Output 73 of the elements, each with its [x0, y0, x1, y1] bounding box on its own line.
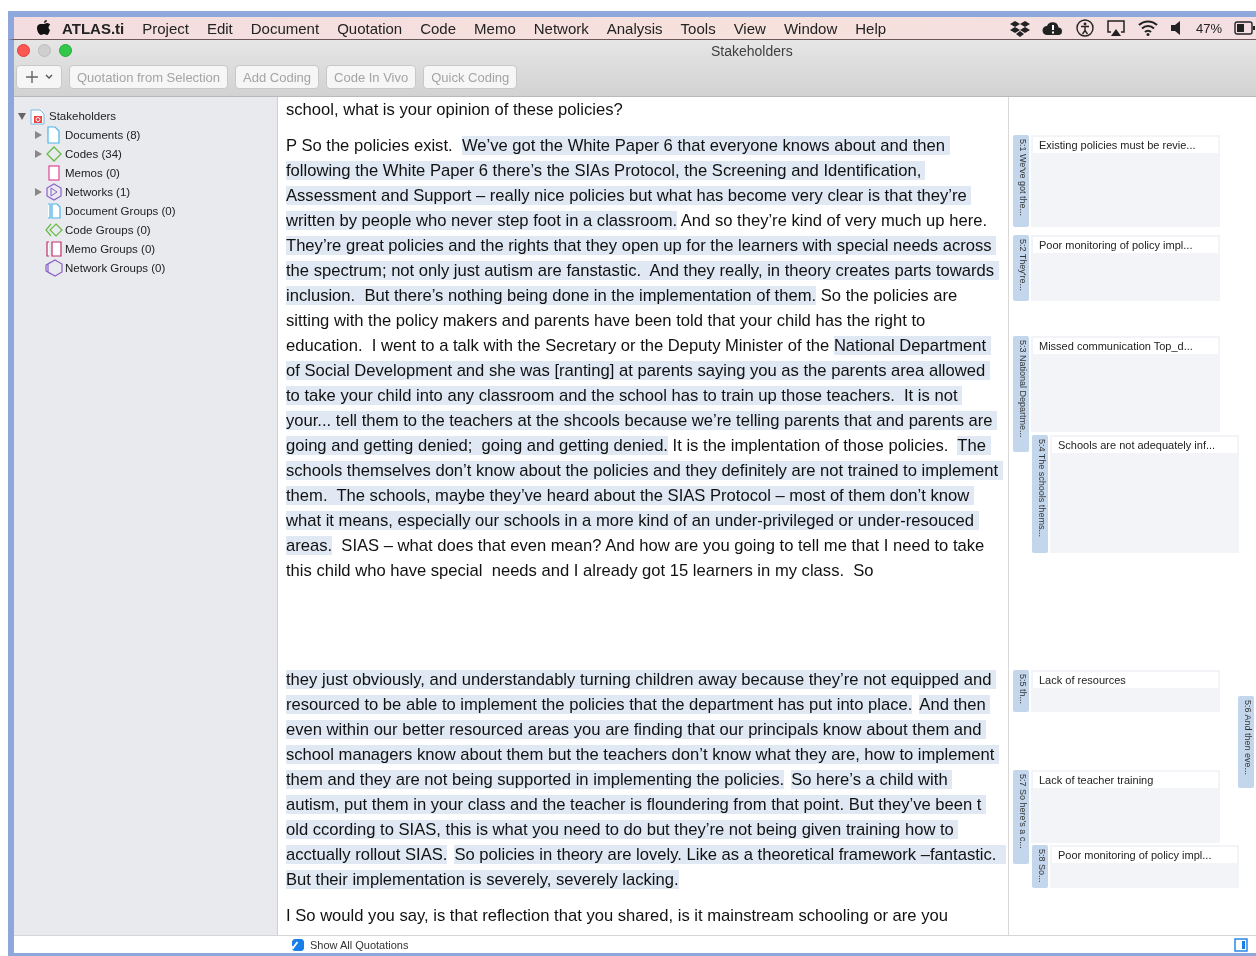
- menu-item[interactable]: Project: [142, 19, 189, 37]
- menu-item[interactable]: Help: [855, 19, 887, 37]
- paragraph: I So would you say, is that reflection that you shared, is it mainstream schooling or are you: [286, 905, 949, 927]
- battery-percentage: 47%: [1195, 20, 1222, 36]
- quotation-tag[interactable]: 5:6 And then eve...: [1238, 696, 1254, 788]
- accessibility-icon[interactable]: [1075, 19, 1094, 37]
- code-label: Poor monitoring of policy impl...: [1033, 237, 1218, 253]
- close-button[interactable]: [17, 44, 30, 57]
- checkbox[interactable]: [292, 938, 304, 951]
- tree-item[interactable]: Networks (1): [65, 185, 131, 198]
- quotation-tag[interactable]: 5:4 The schools thems...: [1032, 435, 1048, 553]
- menu-item[interactable]: Tools: [680, 19, 716, 37]
- tree-item[interactable]: Document Groups (0): [65, 204, 176, 217]
- collapsed-triangle-icon[interactable]: [33, 129, 43, 140]
- checkmark-icon: [289, 939, 299, 950]
- code-label: Lack of resources: [1033, 672, 1218, 688]
- network-groups-icon: [45, 258, 63, 277]
- codes-icon: [45, 144, 63, 163]
- quotation-tag[interactable]: 5:1 We've got the...: [1013, 135, 1029, 227]
- menu-item[interactable]: Analysis: [606, 19, 663, 37]
- quotation-tag[interactable]: 5:5 th...: [1013, 670, 1029, 712]
- collapsed-triangle-icon[interactable]: [33, 148, 43, 159]
- paragraph: school, what is your opinion of these policies?: [286, 99, 624, 121]
- cloud-icon[interactable]: [1041, 20, 1064, 36]
- menu-item[interactable]: Code: [420, 19, 457, 37]
- add-menu-button[interactable]: [16, 65, 62, 89]
- zoom-button[interactable]: [59, 44, 72, 57]
- tree-item[interactable]: Memos (0): [65, 166, 120, 179]
- plus-icon: [25, 70, 39, 84]
- tree-item[interactable]: Memo Groups (0): [65, 242, 156, 255]
- memo-groups-icon: [45, 239, 63, 258]
- caret-icon: [45, 74, 53, 80]
- code-card[interactable]: Lack of teacher training: [1031, 770, 1220, 843]
- battery-icon: [1234, 21, 1256, 35]
- menu-item[interactable]: Network: [533, 19, 589, 37]
- collapsed-triangle-icon[interactable]: [33, 186, 43, 197]
- documents-icon: [45, 125, 63, 144]
- memos-icon: [45, 163, 63, 182]
- checkbox-label[interactable]: Show All Quotations: [310, 938, 409, 951]
- code-label: Poor monitoring of policy impl...: [1052, 847, 1237, 863]
- tree-item[interactable]: Stakeholders: [49, 109, 117, 122]
- app-menu[interactable]: ATLAS.ti: [62, 19, 125, 37]
- tree-item[interactable]: Documents (8): [65, 128, 141, 141]
- menu-item[interactable]: Document: [250, 19, 320, 37]
- tree-item[interactable]: Codes (34): [65, 147, 122, 160]
- wifi-icon[interactable]: [1137, 20, 1158, 36]
- code-card[interactable]: Missed communication Top_d...: [1031, 336, 1220, 432]
- code-label: Existing policies must be revie...: [1033, 137, 1218, 153]
- expanded-triangle-icon[interactable]: [17, 110, 27, 121]
- code-label: Lack of teacher training: [1033, 772, 1218, 788]
- document-groups-icon: [45, 201, 63, 220]
- quotation-tag[interactable]: 5:3 National Departme...: [1013, 336, 1029, 452]
- menu-item[interactable]: Memo: [474, 19, 516, 37]
- paragraph: they just obviously, and understandably turning children away because they’re not equipped and resourced to be able to implement the policies that the department has put into place. And then even within our better resourced areas you are finding that our principals know about them and school managers know about them but the teachers don’t know what they are, how to implement them and they are not being supported in implementing the policies. So here’s a child with autism, put them in your class and the teacher is floundering from that point. But they’ve been t old ccording to SIAS, this is what you need to do but they’re not being given training how to acctually rollout SIAS. So policies in theory are lovely. Like as a theoretical framework –fantastic. But their implementation is severely, severely lacking.: [286, 667, 1010, 892]
- paragraph: P So the policies exist. We’ve got the White Paper 6 that everyone knows about and then following the White Paper 6 there’s the SIAs Protocol, the Screening and Identification, Assessment and Support – really nice policies but what has become very clear is that they’re written by people who never step foot in a classroom. And so they’re kind of very much up here. They’re great policies and the rights that they open up for the learners with special needs across the spectrum; not only just autism are fanstastic. And they really, in theory creates parts towards inclusion. But there’s nothing being done in the implementation of them. So the policies are sitting with the policy makers and parents have been told that your child has the right to education. I went to a talk with the Secretary or the Deputy Minister of the National Department of Social Development and she was [ranting] at parents saying you as the parents area allowed to take your child into any classroom and the school has to train up those teachers. It is not your... tell them to the teachers at the shcools because we’re telling parents that and parents are going and getting denied; going and getting denied. It is the implentation of those policies. The schools themselves don’t know about the policies and they definitely are not trained to implement them. The schools, maybe they’ve heard about the SIAS Protocol – most of them don’t know what it means, especially our schools in a more kind of an under-privileged or under-resouced areas. SIAS – what does that even mean? And how are you going to tell me that I need to take this child who have special needs and I already got 15 learners in my class. So: [286, 133, 1010, 583]
- airplay-icon[interactable]: [1105, 19, 1126, 37]
- menu-item[interactable]: Window: [783, 19, 838, 37]
- code-label: Missed communication Top_d...: [1033, 338, 1218, 354]
- project-icon: [29, 106, 47, 125]
- quotation-tag[interactable]: 5:7 So here's a c...: [1013, 770, 1029, 864]
- panel-toggle-icon[interactable]: [1234, 937, 1248, 952]
- tree-item[interactable]: Code Groups (0): [65, 223, 151, 236]
- dropbox-icon[interactable]: [1009, 19, 1030, 37]
- networks-icon: [45, 182, 63, 201]
- code-label: Schools are not adequately inf...: [1052, 437, 1237, 453]
- window-title: Stakeholders: [711, 43, 793, 59]
- menu-item[interactable]: Edit: [206, 19, 233, 37]
- apple-icon[interactable]: [36, 19, 52, 37]
- tree-item[interactable]: Network Groups (0): [65, 261, 166, 274]
- quotation-tag[interactable]: 5:8 So...: [1032, 845, 1048, 888]
- menu-item[interactable]: View: [733, 19, 766, 37]
- quotation-tag[interactable]: 5:2 They're...: [1013, 235, 1029, 301]
- menu-item[interactable]: Quotation: [337, 19, 403, 37]
